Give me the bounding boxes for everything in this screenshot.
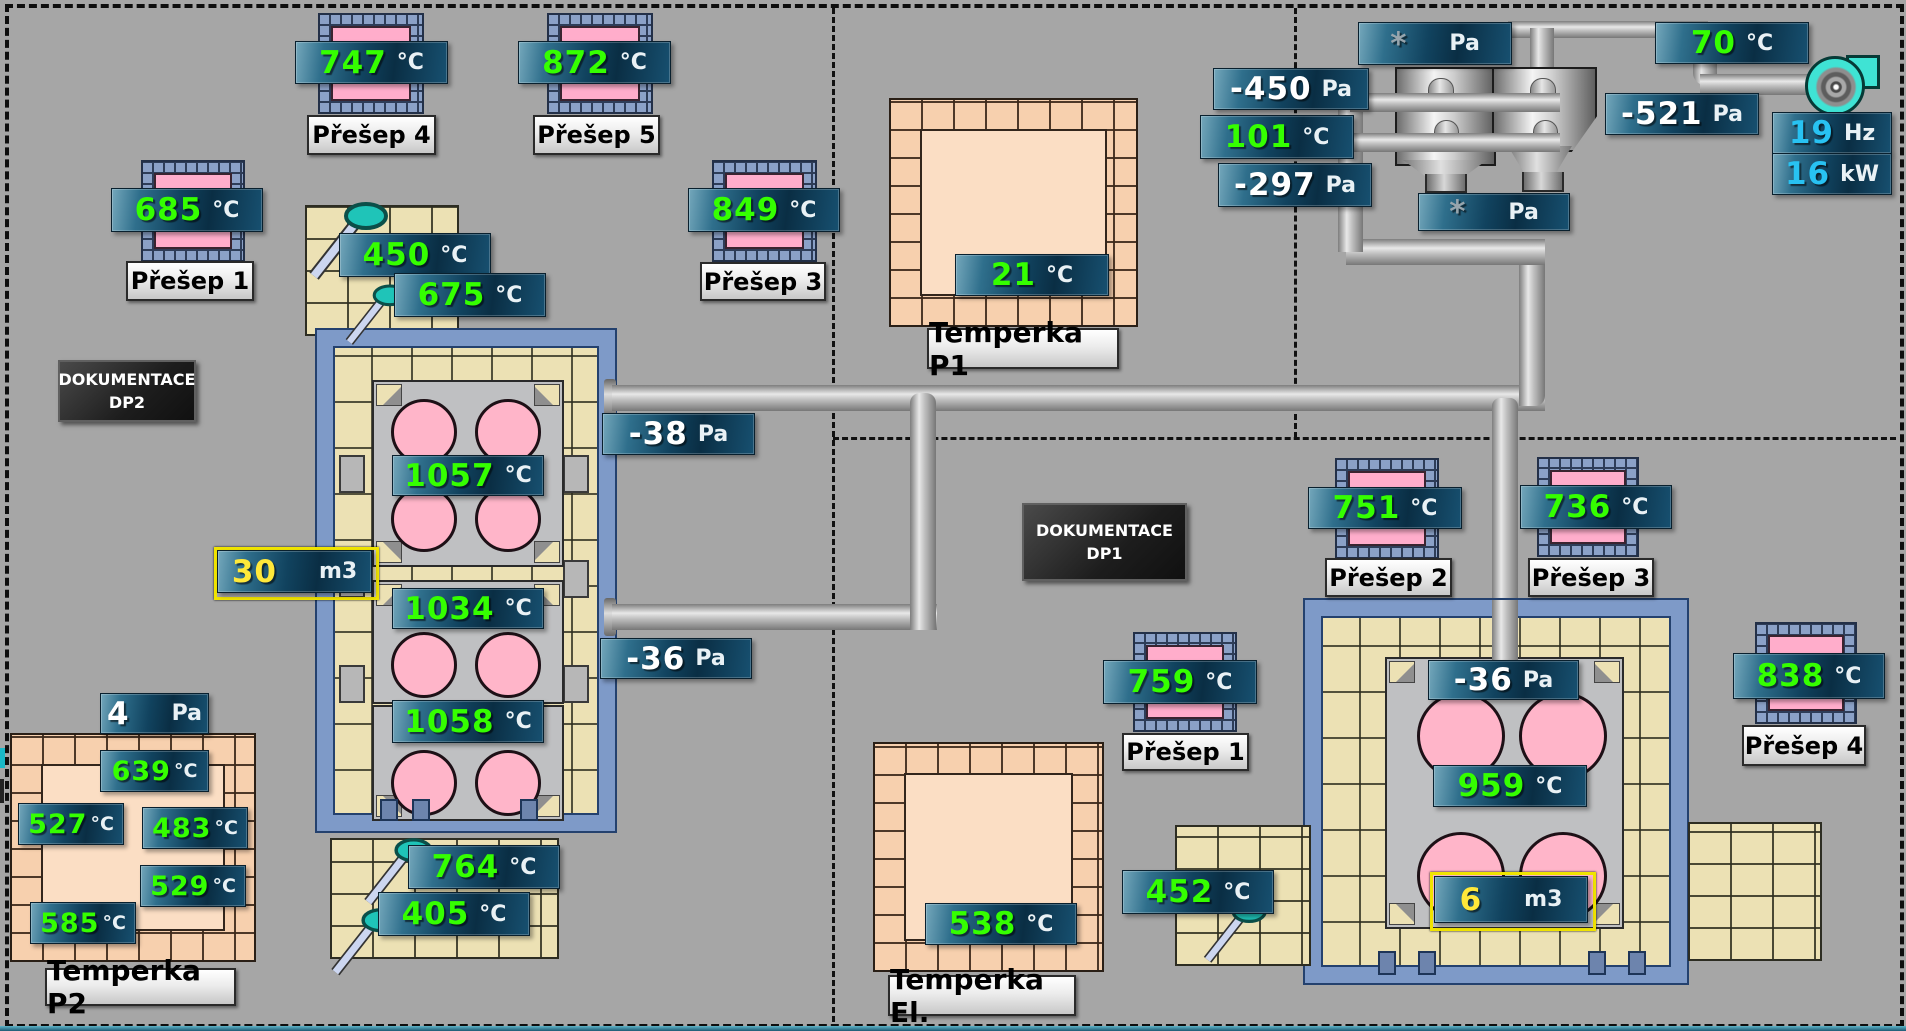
display-presep4-right-temp: 838°C [1733, 653, 1885, 699]
display-temp-70: 70°C [1655, 22, 1809, 64]
display-volume-dp2: 30m3 [217, 550, 372, 593]
dokumentace-dp2-button[interactable]: DOKUMENTACEDP2 [58, 360, 196, 422]
exchanger-tube-elbow [1530, 78, 1556, 94]
display-volume-dp1: 6m3 [1434, 876, 1588, 923]
label-presep2-right: Přešep 2 [1325, 558, 1452, 597]
exchanger-tube-elbow [1428, 78, 1454, 94]
display-temperka-el-temp: 538°C [925, 903, 1077, 945]
display-presep3-left-temp: 849°C [688, 188, 840, 232]
label-presep4-left: Přešep 4 [307, 115, 436, 155]
pipe-lower-branch [612, 604, 937, 630]
display-temperka-p2-pressure: 4Pa [100, 693, 209, 734]
display-furnace-dp1-temp: 959°C [1433, 765, 1587, 807]
display-fan-frequency: 19Hz [1772, 112, 1892, 154]
fan-icon [1805, 56, 1865, 116]
exchanger-outlet [1522, 172, 1564, 192]
display-chimney-450: 450°C [339, 233, 491, 277]
display-pressure-450: -450Pa [1213, 68, 1369, 110]
pipe-fan-inlet [1700, 74, 1812, 95]
display-chimney-675: 675°C [394, 273, 546, 317]
display-fan-power: 16kW [1772, 153, 1892, 195]
burner-port [563, 455, 589, 493]
display-presep2-right-temp: 751°C [1308, 487, 1462, 529]
side-bricks-right [1688, 822, 1822, 961]
furnace-leg [1588, 951, 1606, 975]
display-temperka-p2-529: 529°C [140, 865, 246, 907]
display-base-764: 764°C [408, 845, 560, 889]
display-zone1-temp: 1057°C [392, 455, 544, 496]
furnace-leg [1378, 951, 1396, 975]
dokumentace-dp1-button[interactable]: DOKUMENTACEDP1 [1022, 503, 1187, 581]
product-ball [475, 632, 541, 698]
furnace-leg [1628, 951, 1646, 975]
label-temperka-p2: Temperka P2 [45, 968, 236, 1006]
display-presep1-right-temp: 759°C [1103, 660, 1257, 704]
hmi-screen: 747°C 872°C 685°C 849°C 450°C 675°C 1057… [0, 0, 1906, 1031]
pipe-exchanger-riser [1519, 250, 1545, 406]
burner-port [563, 665, 589, 703]
burner-port [339, 665, 365, 703]
furnace-leg [1418, 951, 1436, 975]
pipe-exchanger-connector [1346, 239, 1545, 265]
display-exchanger-pressure-top: *Pa [1358, 22, 1512, 65]
display-presep4-left-temp: 747°C [295, 41, 448, 84]
pipe-lower-riser [910, 393, 936, 630]
pipe-main-exhaust [612, 385, 1545, 411]
display-temperka-p2-527: 527°C [18, 803, 124, 845]
zone-divider-horizontal [833, 437, 1896, 440]
display-temp-101: 101°C [1200, 115, 1354, 159]
display-temperka-p2-483: 483°C [142, 807, 248, 849]
display-furnace-dp1-pressure: -36Pa [1428, 660, 1579, 700]
display-side-452: 452°C [1122, 870, 1274, 914]
furnace-leg [380, 799, 398, 821]
display-pressure-top-dp2: -38Pa [602, 413, 755, 455]
exchanger-tube-1 [1350, 93, 1560, 112]
burner-port [563, 560, 589, 598]
display-zone2-temp: 1034°C [392, 588, 544, 629]
display-temperka-p2-639: 639°C [100, 750, 209, 792]
burner-port [339, 455, 365, 493]
display-temperka-p2-585: 585°C [30, 902, 136, 944]
display-base-405: 405°C [378, 892, 530, 936]
display-temperka-p1-temp: 21°C [955, 254, 1109, 296]
label-presep4-right: Přešep 4 [1742, 725, 1866, 766]
product-ball [391, 632, 457, 698]
display-presep3-right-temp: 736°C [1520, 485, 1672, 529]
display-pressure-bottom-dp2: -36Pa [600, 638, 752, 679]
display-pressure-297: -297Pa [1218, 163, 1372, 207]
zone-divider-vertical-left [832, 8, 835, 1022]
pipe-exchanger-top [1530, 28, 1554, 68]
label-presep1-right: Přešep 1 [1122, 733, 1249, 771]
label-temperka-el: Temperka El. [888, 975, 1076, 1016]
exchanger-tube-2 [1353, 133, 1560, 152]
furnace-leg [520, 799, 538, 821]
display-pressure-521: -521Pa [1605, 93, 1759, 135]
furnace-leg [412, 799, 430, 821]
label-presep3-left: Přešep 3 [700, 262, 826, 301]
display-exchanger-pressure-bottom: *Pa [1418, 193, 1570, 231]
label-temperka-p1: Temperka P1 [927, 328, 1119, 369]
label-presep5-left: Přešep 5 [533, 115, 660, 155]
display-presep1-left-temp: 685°C [111, 188, 263, 232]
exchanger-outlet [1425, 174, 1467, 193]
label-presep1-left: Přešep 1 [126, 261, 254, 301]
screen-edge-artifact [0, 748, 5, 768]
screen-edge-artifact [0, 779, 4, 803]
display-presep5-left-temp: 872°C [518, 41, 671, 84]
display-zone3-temp: 1058°C [392, 700, 544, 743]
label-presep3-right: Přešep 3 [1528, 558, 1654, 597]
